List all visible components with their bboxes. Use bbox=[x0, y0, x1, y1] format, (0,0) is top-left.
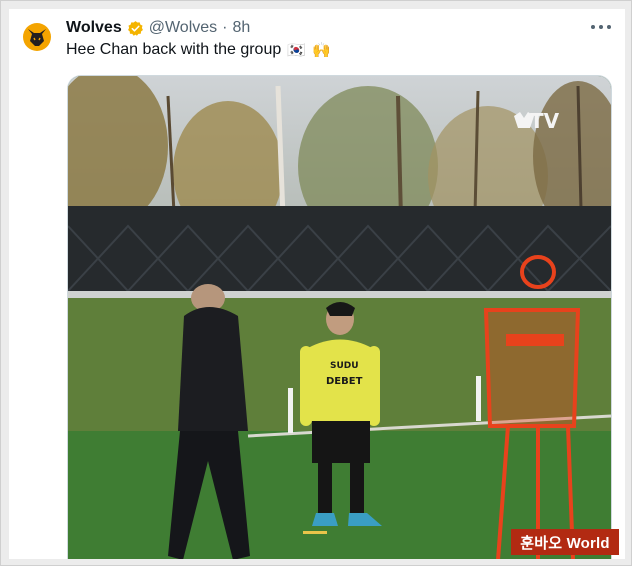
verified-badge-icon bbox=[127, 20, 144, 37]
tweet-body: Hee Chan back with the group bbox=[66, 41, 282, 58]
raising-hands-emoji: 🙌 bbox=[311, 41, 331, 59]
separator-dot: · bbox=[222, 19, 228, 36]
tweet-header: Wolves @Wolves · 8h bbox=[66, 18, 250, 38]
shirt-text-sponsor-1: SUDU bbox=[330, 361, 359, 371]
author-name[interactable]: Wolves bbox=[66, 19, 122, 37]
shirt-text-sponsor-2: DEBET bbox=[326, 376, 363, 387]
tweet-timestamp[interactable]: 8h bbox=[232, 19, 250, 37]
tweet-card[interactable]: Wolves @Wolves · 8h Hee Chan back with t… bbox=[9, 9, 625, 559]
korea-flag-emoji: 🇰🇷 bbox=[287, 41, 306, 59]
watermark-badge: 훈바오 World bbox=[511, 529, 619, 555]
tweet-media-image[interactable]: TV SUDU DEBET bbox=[67, 75, 612, 559]
wolves-crest-icon[interactable] bbox=[17, 17, 57, 57]
screenshot-frame: Wolves @Wolves · 8h Hee Chan back with t… bbox=[0, 0, 632, 566]
more-options-icon[interactable] bbox=[591, 19, 611, 35]
tweet-text: Hee Chan back with the group 🇰🇷 🙌 bbox=[66, 41, 331, 59]
author-handle[interactable]: @Wolves bbox=[149, 19, 217, 37]
channel-logo-text: TV bbox=[530, 109, 560, 133]
